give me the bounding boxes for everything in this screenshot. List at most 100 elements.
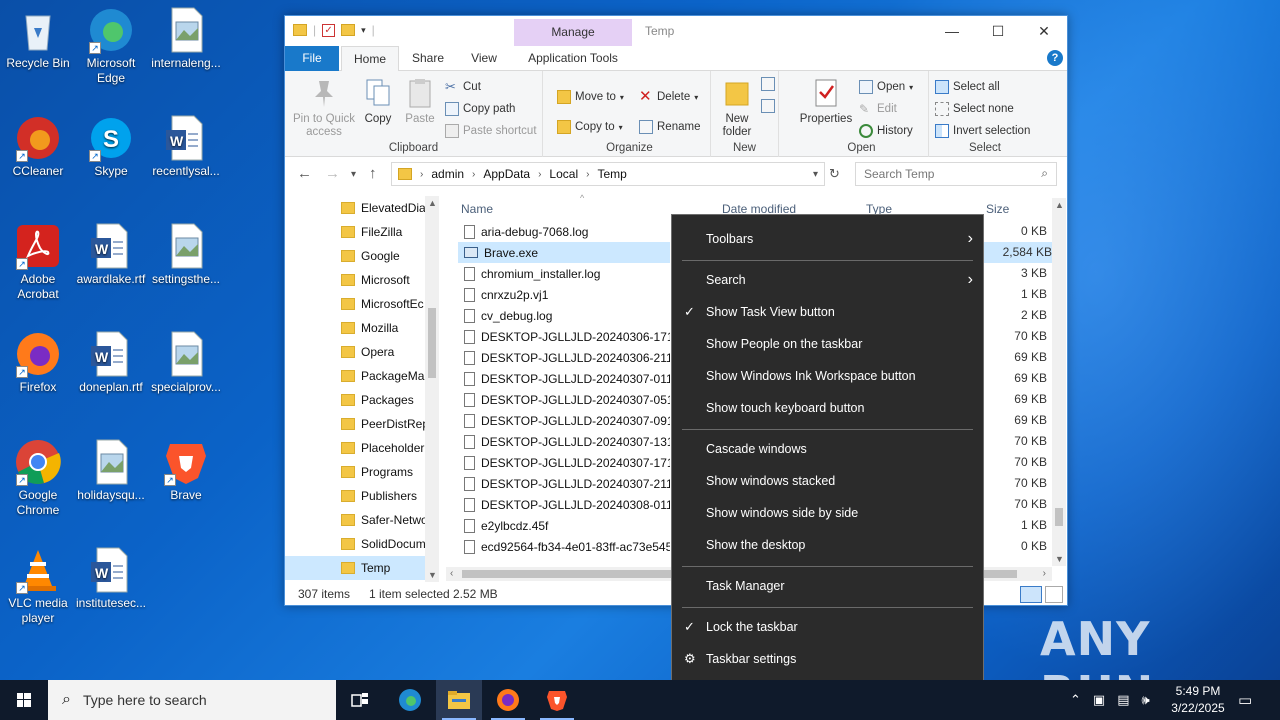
tab-home[interactable]: Home <box>341 46 399 72</box>
context-menu-item[interactable]: Show People on the taskbar <box>672 328 983 360</box>
pin-quick-access-button[interactable]: Pin to Quick access <box>291 77 357 139</box>
desktop-icon[interactable]: ↗ Firefox <box>0 330 76 395</box>
taskbar-file-explorer[interactable] <box>436 680 482 720</box>
desktop-icon[interactable]: settingsthe... <box>148 222 224 287</box>
column-name[interactable]: Name <box>461 202 493 216</box>
context-menu-item[interactable]: ⚙ Taskbar settings <box>672 643 983 675</box>
tab-view[interactable]: View <box>461 46 507 71</box>
nav-item[interactable]: SolidDocum <box>341 532 425 556</box>
file-list-scrollbar[interactable]: ▲ ▼ <box>1052 198 1066 566</box>
large-icons-view-icon[interactable] <box>1045 586 1063 603</box>
file-row[interactable]: DESKTOP-JGLLJLD-20240307-0110.lo <box>458 368 670 389</box>
history-button[interactable]: History <box>859 121 913 141</box>
context-menu-item[interactable]: Toolbars › <box>672 223 983 255</box>
tab-share[interactable]: Share <box>405 46 451 71</box>
file-scroll-thumb[interactable] <box>1055 508 1063 526</box>
file-row[interactable]: cnrxzu2p.vj1 <box>458 284 670 305</box>
context-menu-item[interactable]: ✓ Show Task View button <box>672 296 983 328</box>
select-none-button[interactable]: Select none <box>935 99 1014 119</box>
desktop-icon[interactable]: ↗ Brave <box>148 438 224 503</box>
file-row[interactable]: DESKTOP-JGLLJLD-20240307-0910.lo <box>458 410 670 431</box>
nav-item[interactable]: Publishers <box>341 484 425 508</box>
nav-item[interactable]: Opera <box>341 340 425 364</box>
customize-qat-icon[interactable]: ▾ <box>361 25 366 36</box>
nav-item[interactable]: Safer-Netwo <box>341 508 425 532</box>
taskbar-clock[interactable]: 5:49 PM 3/22/2025 <box>1160 683 1236 717</box>
desktop-icon[interactable]: Winstitutesec... <box>73 546 149 611</box>
nav-item[interactable]: MicrosoftEc <box>341 292 425 316</box>
scroll-left-icon[interactable]: ‹ <box>450 568 453 579</box>
network-icon[interactable]: ▤ <box>1117 692 1129 708</box>
nav-scroll-thumb[interactable] <box>428 308 436 378</box>
nav-item[interactable]: PackageMa <box>341 364 425 388</box>
context-menu-item[interactable]: Show windows stacked <box>672 465 983 497</box>
file-row[interactable]: DESKTOP-JGLLJLD-20240306-2110.lo <box>458 347 670 368</box>
desktop-icon[interactable]: Wdoneplan.rtf <box>73 330 149 395</box>
copy-path-button[interactable]: Copy path <box>445 99 515 119</box>
nav-item[interactable]: Microsoft <box>341 268 425 292</box>
file-row[interactable]: DESKTOP-JGLLJLD-20240308-0110.lo <box>458 494 670 515</box>
up-arrow-icon[interactable]: ↑ <box>369 165 377 182</box>
nav-item[interactable]: Placeholder <box>341 436 425 460</box>
back-arrow-icon[interactable]: ← <box>297 165 312 182</box>
taskbar-search-box[interactable]: ⌕ Type here to search <box>48 680 336 720</box>
file-row[interactable]: e2ylbcdz.45f <box>458 515 670 536</box>
title-bar[interactable]: | ✓ ▾ | Manage Temp — ☐ ✕ <box>285 16 1067 46</box>
breadcrumb-appdata[interactable]: AppData <box>483 167 530 181</box>
help-icon[interactable]: ? <box>1047 50 1063 66</box>
file-row[interactable]: chromium_installer.log <box>458 263 670 284</box>
file-row[interactable]: DESKTOP-JGLLJLD-20240307-2110.lo <box>458 473 670 494</box>
new-item-icon[interactable] <box>761 77 775 91</box>
desktop-icon[interactable]: internaleng... <box>148 6 224 71</box>
tab-manage[interactable]: Manage <box>514 19 632 46</box>
nav-item[interactable]: Temp <box>285 556 425 580</box>
nav-item[interactable]: ElevatedDia <box>341 196 425 220</box>
chevron-up-icon[interactable]: ⌃ <box>1070 692 1081 708</box>
nav-scrollbar[interactable]: ▲ ▼ <box>425 196 439 582</box>
task-view-button[interactable] <box>337 680 383 720</box>
file-row[interactable]: DESKTOP-JGLLJLD-20240307-1310.lo <box>458 431 670 452</box>
scroll-up-icon[interactable]: ▲ <box>1055 200 1064 210</box>
scroll-down-icon[interactable]: ▼ <box>1055 554 1064 564</box>
nav-item[interactable]: Google <box>341 244 425 268</box>
context-menu-item[interactable]: Show Windows Ink Workspace button <box>672 360 983 392</box>
scroll-right-icon[interactable]: › <box>1043 568 1046 579</box>
nav-item[interactable]: Mozilla <box>341 316 425 340</box>
edit-button[interactable]: ✎ Edit <box>859 99 897 119</box>
minimize-icon[interactable]: — <box>929 16 975 46</box>
context-menu-item[interactable]: Cascade windows <box>672 433 983 465</box>
tab-application-tools[interactable]: Application Tools <box>514 46 632 71</box>
breadcrumb-temp[interactable]: Temp <box>597 167 626 181</box>
details-view-icon[interactable] <box>1020 586 1042 603</box>
notification-center-button[interactable]: ▭ <box>1238 680 1252 720</box>
desktop-icon[interactable]: Wrecentlysal... <box>148 114 224 179</box>
new-folder-button[interactable]: New folder <box>715 77 759 139</box>
desktop-icon[interactable]: ↗ VLC media player <box>0 546 76 626</box>
file-row[interactable]: DESKTOP-JGLLJLD-20240307-1710.lo <box>458 452 670 473</box>
copy-button[interactable]: Copy <box>359 77 397 126</box>
volume-icon[interactable]: 🕪 <box>1142 692 1150 708</box>
desktop-icon[interactable]: ↗ Adobe Acrobat <box>0 222 76 302</box>
context-menu-item[interactable]: ✓ Lock the taskbar <box>672 611 983 643</box>
refresh-icon[interactable]: ↻ <box>829 166 840 182</box>
file-row[interactable]: DESKTOP-JGLLJLD-20240307-0510.lo <box>458 389 670 410</box>
new-folder-icon[interactable] <box>341 24 356 36</box>
maximize-icon[interactable]: ☐ <box>975 16 1021 46</box>
breadcrumb-admin[interactable]: admin <box>431 167 464 181</box>
scroll-down-icon[interactable]: ▼ <box>428 570 437 580</box>
properties-check-icon[interactable]: ✓ <box>322 23 336 37</box>
paste-button[interactable]: Paste <box>401 77 439 126</box>
move-to-button[interactable]: Move to ▾ <box>557 87 624 107</box>
scroll-up-icon[interactable]: ▲ <box>428 198 437 208</box>
paste-shortcut-button[interactable]: Paste shortcut <box>445 121 537 141</box>
start-button[interactable] <box>0 680 48 720</box>
open-button[interactable]: Open ▾ <box>859 77 913 97</box>
address-box[interactable]: › admin › AppData › Local › Temp ▾ <box>391 162 825 186</box>
network-status-icon[interactable]: ▣ <box>1093 692 1105 708</box>
context-menu-item[interactable]: Task Manager <box>672 570 983 602</box>
desktop-icon[interactable]: Wawardlake.rtf <box>73 222 149 287</box>
rename-button[interactable]: Rename <box>639 117 700 137</box>
context-menu-item[interactable]: Show windows side by side <box>672 497 983 529</box>
invert-selection-button[interactable]: Invert selection <box>935 121 1030 141</box>
file-row[interactable]: cv_debug.log <box>458 305 670 326</box>
